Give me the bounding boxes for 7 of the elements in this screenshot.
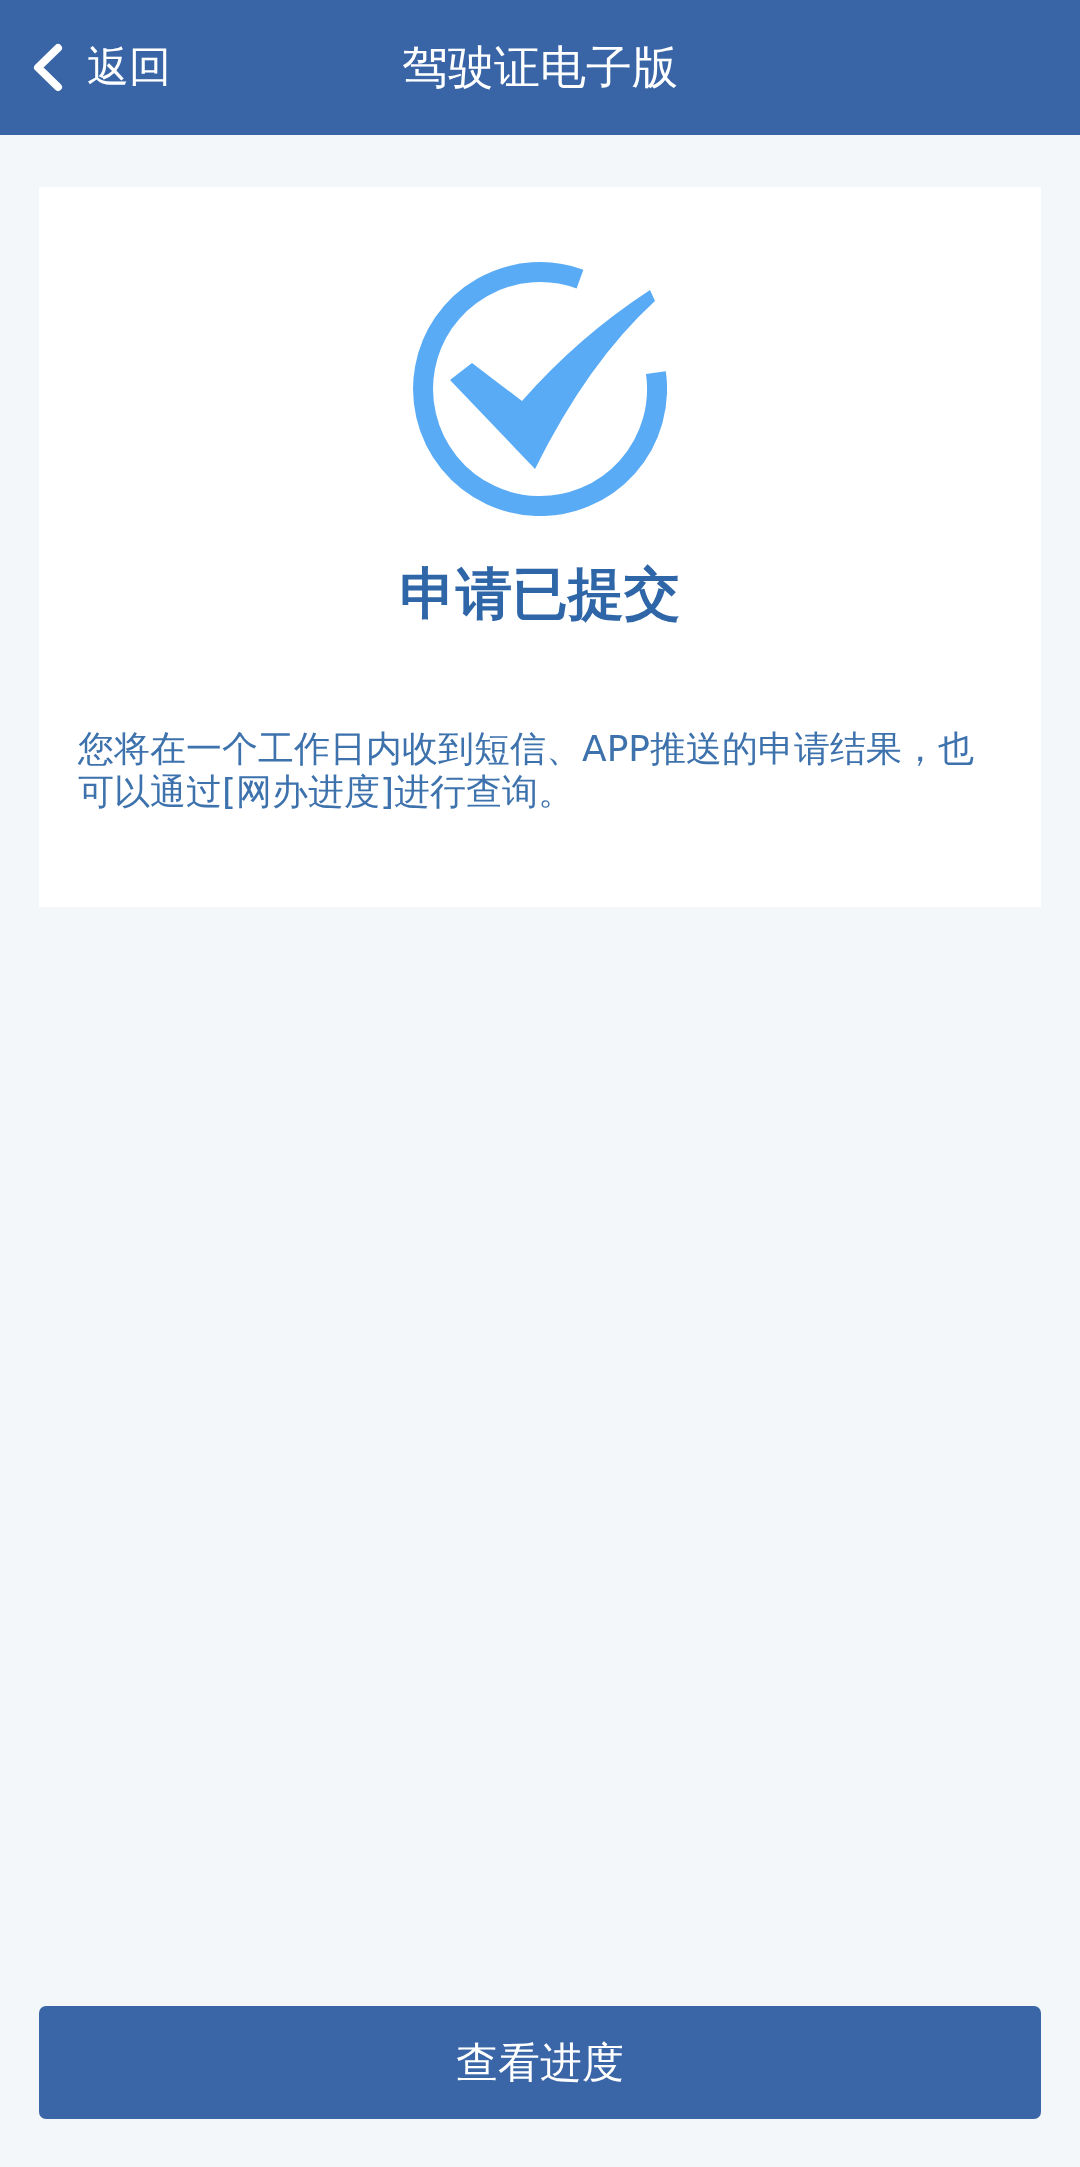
chevron-left-icon [32,43,63,92]
view-progress-button[interactable]: 查看进度 [39,2006,1041,2119]
status-title: 申请已提交 [400,560,680,628]
back-button[interactable]: 返回 [32,42,171,93]
status-message: 您将在一个工作日内收到短信、APP推送的申请结果，也可以通过[网办进度]进行查询。 [78,727,976,814]
page-title: 驾驶证电子版 [402,39,678,96]
check-circle-icon [413,262,667,516]
